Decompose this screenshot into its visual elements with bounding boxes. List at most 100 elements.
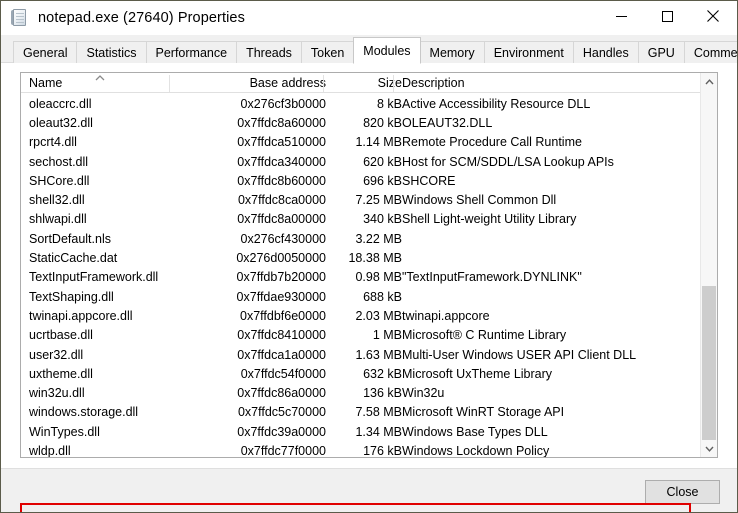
column-header-base-address[interactable]: Base address: [250, 73, 326, 93]
column-divider[interactable]: [169, 75, 170, 92]
cell-name: uxtheme.dll: [29, 366, 93, 381]
cell-size: 1.63 MB: [355, 347, 402, 362]
cell-base-address: 0x7ffdbf6e0000: [240, 308, 326, 323]
tab-modules[interactable]: Modules: [353, 37, 421, 64]
minimize-icon[interactable]: [598, 1, 644, 31]
cell-base-address: 0x7ffdc8a00000: [237, 212, 326, 227]
tab-label: GPU: [647, 45, 675, 60]
tab-memory[interactable]: Memory: [419, 41, 485, 63]
cell-name: TextShaping.dll: [29, 289, 114, 304]
table-row[interactable]: ucrtbase.dll 0x7ffdc8410000 1 MB Microsoft®…: [21, 326, 717, 345]
table-row[interactable]: win32u.dll 0x7ffdc86a0000 136 kB Win32u: [21, 383, 717, 402]
cell-base-address: 0x7ffdc77f0000: [240, 443, 326, 458]
column-header-name[interactable]: Name: [29, 73, 62, 93]
tab-content-modules: Name Base address Size Description oleac…: [1, 63, 737, 512]
cell-base-address: 0x7ffdc8b60000: [237, 173, 326, 188]
cell-base-address: 0x7ffdca510000: [237, 135, 326, 150]
notepad-icon: [11, 9, 29, 27]
table-row[interactable]: sechost.dll 0x7ffdca340000 620 kB Host for …: [21, 152, 717, 171]
table-row[interactable]: SortDefault.nls 0x276cf430000 3.22 MB: [21, 229, 717, 248]
list-header: Name Base address Size Description: [21, 73, 717, 93]
table-row[interactable]: user32.dll 0x7ffdca1a0000 1.63 MB Multi-Use…: [21, 345, 717, 364]
tab-label: Token: [310, 45, 345, 60]
tab-comment[interactable]: Comment: [683, 41, 737, 63]
table-row[interactable]: shlwapi.dll 0x7ffdc8a00000 340 kB Shell Lig…: [21, 210, 717, 229]
scroll-down-icon[interactable]: [701, 440, 717, 457]
close-button[interactable]: Close: [645, 480, 720, 504]
cell-size: 820 kB: [363, 115, 402, 130]
cell-description: Microsoft® C Runtime Library: [402, 328, 567, 343]
table-row[interactable]: wldp.dll 0x7ffdc77f0000 176 kB Windows Lock…: [21, 441, 717, 458]
cell-base-address: 0x7ffdc8410000: [237, 328, 326, 343]
cell-size: 18.38 MB: [348, 251, 402, 266]
table-row[interactable]: TextShaping.dll 0x7ffdae930000 688 kB: [21, 287, 717, 306]
list-rows[interactable]: oleaccrc.dll 0x276cf3b0000 8 kB Active Acce…: [21, 94, 717, 458]
tab-threads[interactable]: Threads: [236, 41, 302, 63]
table-row[interactable]: uxtheme.dll 0x7ffdc54f0000 632 kB Microsoft…: [21, 364, 717, 383]
cell-description: Shell Light-weight Utility Library: [402, 212, 577, 227]
column-divider[interactable]: [393, 75, 394, 92]
cell-size: 1.34 MB: [355, 424, 402, 439]
cell-size: 136 kB: [363, 386, 402, 401]
cell-name: sechost.dll: [29, 154, 89, 169]
column-divider[interactable]: [323, 75, 324, 92]
cell-base-address: 0x7ffdca340000: [237, 154, 326, 169]
column-header-size[interactable]: Size: [378, 73, 402, 93]
cell-description: Windows Lockdown Policy: [402, 443, 550, 458]
title-bar: notepad.exe (27640) Properties: [1, 1, 737, 35]
cell-description: OLEAUT32.DLL: [402, 115, 493, 130]
table-row[interactable]: shell32.dll 0x7ffdc8ca0000 7.25 MB Windows …: [21, 190, 717, 209]
table-row[interactable]: oleaut32.dll 0x7ffdc8a60000 820 kB OLEAUT32…: [21, 113, 717, 132]
tab-label: Performance: [155, 45, 228, 60]
tab-label: Handles: [582, 45, 629, 60]
vertical-scrollbar[interactable]: [700, 73, 717, 457]
cell-description: Win32u: [402, 386, 445, 401]
cell-description: Windows Shell Common Dll: [402, 193, 557, 208]
tab-label: Environment: [493, 45, 564, 60]
table-row[interactable]: oleaccrc.dll 0x276cf3b0000 8 kB Active Acce…: [21, 94, 717, 113]
table-row[interactable]: windows.storage.dll 0x7ffdc5c70000 7.58 MB…: [21, 403, 717, 422]
column-header-description[interactable]: Description: [402, 73, 465, 93]
cell-name: windows.storage.dll: [29, 405, 139, 420]
cell-description: Microsoft UxTheme Library: [402, 366, 553, 381]
dialog-footer: Close: [1, 468, 737, 512]
cell-description: Windows Base Types DLL: [402, 424, 548, 439]
table-row[interactable]: twinapi.appcore.dll 0x7ffdbf6e0000 2.03 MB…: [21, 306, 717, 325]
cell-base-address: 0x7ffdb7b20000: [236, 270, 326, 285]
cell-size: 0.98 MB: [355, 270, 402, 285]
table-row[interactable]: SHCore.dll 0x7ffdc8b60000 696 kB SHCORE: [21, 171, 717, 190]
cell-size: 340 kB: [363, 212, 402, 227]
table-row[interactable]: WinTypes.dll 0x7ffdc39a0000 1.34 MB Windows…: [21, 422, 717, 441]
tab-handles[interactable]: Handles: [572, 41, 639, 63]
table-row[interactable]: rpcrt4.dll 0x7ffdca510000 1.14 MB Remote Pr…: [21, 133, 717, 152]
cell-base-address: 0x276cf3b0000: [240, 96, 327, 111]
tab-label: Statistics: [86, 45, 137, 60]
tab-token[interactable]: Token: [300, 41, 355, 63]
cell-name: StaticCache.dat: [29, 251, 118, 266]
cell-size: 696 kB: [363, 173, 402, 188]
tab-general[interactable]: General: [13, 41, 78, 63]
tab-statistics[interactable]: Statistics: [76, 41, 147, 63]
cell-name: wldp.dll: [29, 443, 71, 458]
cell-name: SHCore.dll: [29, 173, 90, 188]
window-title: notepad.exe (27640) Properties: [38, 10, 245, 26]
cell-base-address: 0x7ffdc86a0000: [237, 386, 326, 401]
tab-gpu[interactable]: GPU: [637, 41, 685, 63]
cell-base-address: 0x7ffdc8a60000: [237, 115, 326, 130]
cell-size: 7.25 MB: [355, 193, 402, 208]
cell-name: WinTypes.dll: [29, 424, 100, 439]
cell-name: user32.dll: [29, 347, 84, 362]
cell-size: 632 kB: [363, 366, 402, 381]
table-row[interactable]: TextInputFramework.dll 0x7ffdb7b20000 0.98…: [21, 268, 717, 287]
scrollbar-thumb[interactable]: [702, 286, 716, 446]
cell-description: twinapi.appcore: [402, 308, 490, 323]
cell-size: 688 kB: [363, 289, 402, 304]
table-row[interactable]: StaticCache.dat 0x276d0050000 18.38 MB: [21, 248, 717, 267]
tab-performance[interactable]: Performance: [145, 41, 238, 63]
close-icon[interactable]: [690, 1, 736, 31]
cell-name: oleaccrc.dll: [29, 96, 92, 111]
tab-environment[interactable]: Environment: [483, 41, 574, 63]
cell-name: twinapi.appcore.dll: [29, 308, 133, 323]
scroll-up-icon[interactable]: [701, 73, 717, 90]
maximize-icon[interactable]: [644, 1, 690, 31]
